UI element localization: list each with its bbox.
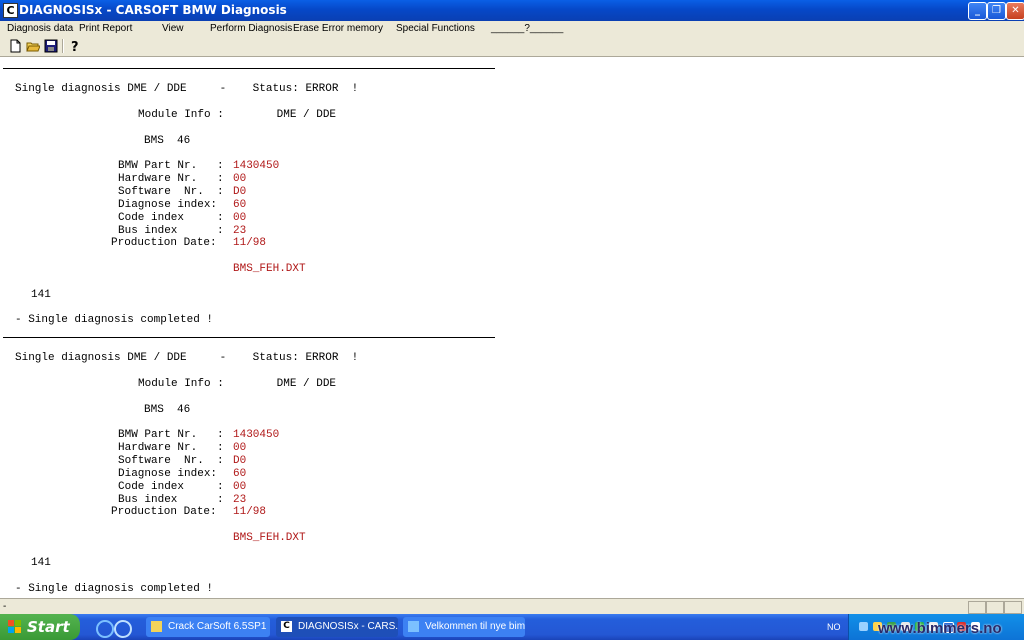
app-icon[interactable]: C [3,3,18,18]
status-panel [986,601,1004,614]
menu-special-functions[interactable]: Special Functions [396,21,475,37]
tray-network-icon[interactable] [859,622,868,631]
divider [3,68,495,69]
field-label: BMW Part Nr. : [118,429,224,441]
field-value: 00 [233,212,247,224]
field-value: 00 [233,173,247,185]
diagnosis-footer: - Single diagnosis completed ! [15,583,214,595]
diagnosis-header: Single diagnosis DME / DDE - Status: ERR… [15,83,359,95]
carsoft-icon: C [281,621,292,632]
field-value: D0 [233,186,247,198]
field-value: 1430450 [233,160,280,172]
taskbar: Start Crack CarSoft 6.5SP1 C DIAGNOSISx … [0,614,1024,640]
windows-logo-icon [8,620,21,633]
minimize-icon: _ [975,5,980,16]
toolbar-separator [62,39,64,53]
field-value: D0 [233,455,247,467]
task-label: Velkommen til nye bim... [425,621,525,632]
report-view[interactable]: Single diagnosis DME / DDE - Status: ERR… [0,57,1024,598]
menu-view[interactable]: View [162,21,184,37]
svg-text:?: ? [71,40,79,53]
diagnosis-header: Single diagnosis DME / DDE - Status: ERR… [15,352,359,364]
field-value: 1430450 [233,429,280,441]
field-label: Diagnose index: [118,468,218,480]
field-label: Code index : [118,481,224,493]
divider [3,337,495,338]
field-label: Diagnose index: [118,199,218,211]
folder-icon [151,621,162,632]
field-label: BMW Part Nr. : [118,160,224,172]
field-value: 60 [233,199,247,211]
toolbar: ? [0,37,1024,57]
maximize-icon: ❐ [992,5,1001,16]
save-disk-icon[interactable] [44,39,58,53]
menu-print-report[interactable]: Print Report [79,21,132,37]
task-label: Crack CarSoft 6.5SP1 [168,621,267,632]
task-diagnosisx[interactable]: C DIAGNOSISx - CARS... [276,617,398,637]
quick-launch-browser-icon[interactable] [96,620,114,638]
field-label: Hardware Nr. : [118,173,224,185]
maximize-button[interactable]: ❐ [987,2,1006,20]
help-icon[interactable]: ? [68,39,82,53]
field-label: Software Nr. : [118,455,224,467]
minimize-button[interactable]: _ [968,2,987,20]
error-file-name: BMS_FEH.DXT [233,263,306,275]
browser-icon [408,621,419,632]
menu-erase-error-memory[interactable]: Erase Error memory [293,21,383,37]
module-name: BMS 46 [144,404,191,416]
quick-launch-mail-icon[interactable] [114,620,132,638]
field-label: Production Date: [111,506,217,518]
field-value: 60 [233,468,247,480]
menu-help[interactable]: ______?______ [491,21,563,37]
status-bar: - [0,598,1024,615]
open-folder-icon[interactable] [26,39,40,53]
close-icon: ✕ [1011,5,1020,16]
task-crack-carsoft[interactable]: Crack CarSoft 6.5SP1 [146,617,270,637]
language-indicator[interactable]: NO [827,614,841,640]
status-panel [968,601,986,614]
start-button[interactable]: Start [0,614,80,640]
field-value: 11/98 [233,237,267,249]
window-title: DIAGNOSISx - CARSOFT BMW Diagnosis [19,3,287,17]
module-info: Module Info : DME / DDE [138,378,337,390]
menu-perform-diagnosis[interactable]: Perform Diagnosis [210,21,292,37]
title-bar: C DIAGNOSISx - CARSOFT BMW Diagnosis _ ❐… [0,0,1024,21]
field-label: Software Nr. : [118,186,224,198]
module-info: Module Info : DME / DDE [138,109,337,121]
error-count: 141 [31,289,51,301]
status-text: - [3,601,7,612]
start-label: Start [27,618,70,636]
diagnosis-footer: - Single diagnosis completed ! [15,314,214,326]
module-name: BMS 46 [144,135,191,147]
error-count: 141 [31,557,51,569]
field-value: 00 [233,481,247,493]
error-file-name: BMS_FEH.DXT [233,532,306,544]
close-button[interactable]: ✕ [1006,2,1024,20]
status-panel [1004,601,1022,614]
field-label: Hardware Nr. : [118,442,224,454]
menu-bar: Diagnosis data Print Report View Perform… [0,21,1024,37]
menu-diagnosis-data[interactable]: Diagnosis data [7,21,73,37]
new-file-icon[interactable] [8,39,22,53]
field-label: Code index : [118,212,224,224]
field-value: 11/98 [233,506,267,518]
watermark: www.bimmers.no [878,620,1002,637]
field-label: Production Date: [111,237,217,249]
task-label: DIAGNOSISx - CARS... [298,621,398,632]
task-velkommen[interactable]: Velkommen til nye bim... [403,617,525,637]
field-value: 00 [233,442,247,454]
